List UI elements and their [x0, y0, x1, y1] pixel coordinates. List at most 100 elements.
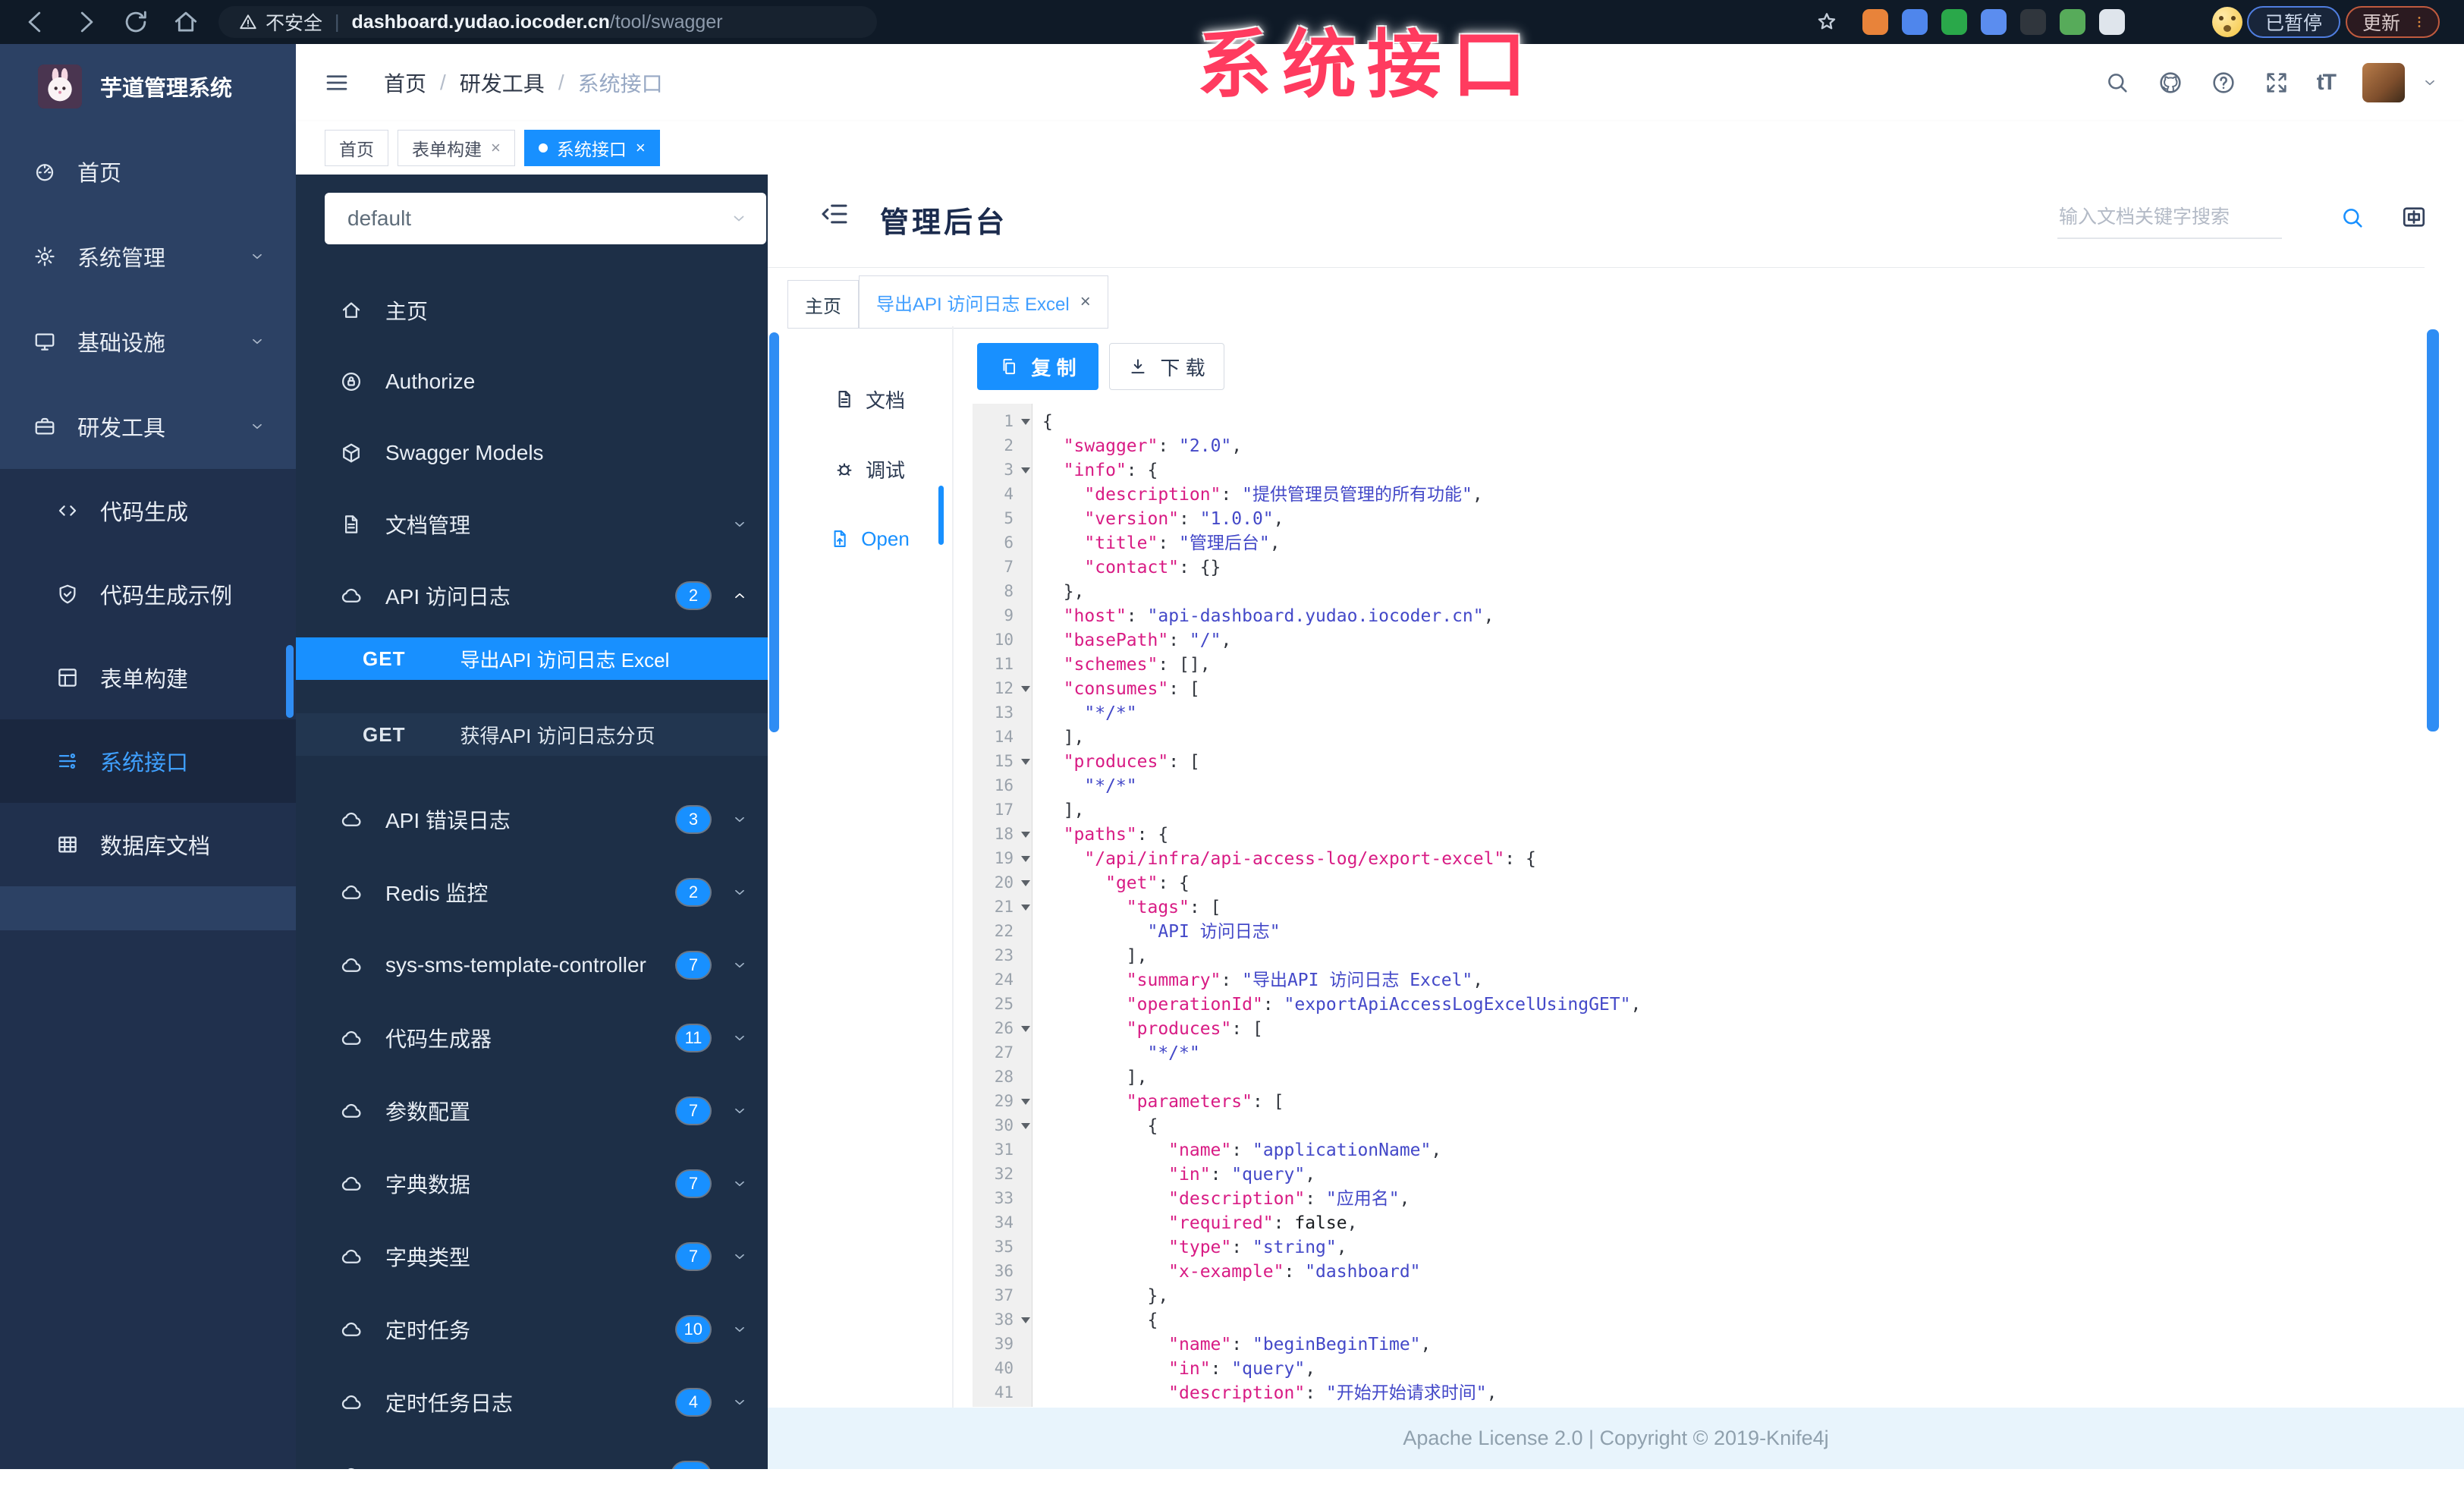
- fold-arrow-icon[interactable]: [1021, 759, 1030, 765]
- content-scrollbar-thumb[interactable]: [2427, 329, 2439, 731]
- fold-arrow-icon[interactable]: [1021, 880, 1030, 886]
- line-number-text: 25: [994, 995, 1014, 1013]
- swagger-sidebar-scrollbar-thumb[interactable]: [769, 332, 779, 732]
- swagger-menu-item[interactable]: API 访问日志 2: [296, 560, 768, 631]
- user-avatar[interactable]: [2362, 63, 2405, 102]
- fold-arrow-icon[interactable]: [1021, 1026, 1030, 1032]
- fold-arrow-icon[interactable]: [1021, 419, 1030, 425]
- browser-extension-icon[interactable]: [1862, 9, 1888, 35]
- api-operation-row[interactable]: GET 导出API 访问日志 Excel: [296, 637, 768, 680]
- app-submenu-item[interactable]: 表单构建: [0, 636, 296, 719]
- swagger-menu-item[interactable]: 定时任务日志 4: [296, 1366, 768, 1439]
- tag-active[interactable]: 系统接口 ×: [523, 130, 660, 166]
- close-icon[interactable]: ×: [636, 138, 646, 158]
- swagger-menu-item[interactable]: 定时任务 10: [296, 1293, 768, 1366]
- breadcrumb-item[interactable]: 研发工具: [460, 68, 545, 98]
- vtab-文档[interactable]: 文档: [789, 364, 950, 434]
- api-operation-row[interactable]: GET 获得API 访问日志分页: [296, 713, 768, 756]
- breadcrumb-item[interactable]: 首页: [384, 68, 426, 98]
- code-token: ],: [1042, 728, 1085, 747]
- swagger-menu-item[interactable]: 主页: [296, 275, 768, 346]
- app-sidebar-scrollbar-thumb[interactable]: [286, 645, 294, 718]
- line-number: 26: [973, 1017, 1032, 1041]
- code-token: : [: [1231, 1019, 1263, 1039]
- swagger-menu-item[interactable]: 字典类型 7: [296, 1220, 768, 1293]
- font-size-icon[interactable]: tT: [2317, 70, 2337, 96]
- browser-profile-avatar[interactable]: [2212, 7, 2242, 37]
- app-menu-item[interactable]: 基础设施: [0, 299, 296, 384]
- swagger-menu-item[interactable]: Swagger Models: [296, 417, 768, 489]
- tag-item[interactable]: 表单构建 ×: [398, 130, 515, 166]
- fold-arrow-icon[interactable]: [1021, 832, 1030, 838]
- browser-extension-icon[interactable]: [1941, 9, 1967, 35]
- browser-extension-icon[interactable]: [2099, 9, 2125, 35]
- copy-button[interactable]: 复 制: [977, 343, 1098, 390]
- fold-arrow-icon[interactable]: [1021, 1099, 1030, 1105]
- browser-update-button[interactable]: 更新: [2346, 6, 2440, 38]
- help-icon[interactable]: [2211, 70, 2236, 96]
- swagger-menu-item[interactable]: 文档管理: [296, 489, 768, 560]
- app-menu-item[interactable]: 研发工具: [0, 384, 296, 469]
- vtab-open[interactable]: Open: [789, 504, 950, 574]
- code-token: "title": [1084, 533, 1158, 553]
- sidebar-toggle-icon[interactable]: [323, 69, 350, 96]
- fold-arrow-icon[interactable]: [1021, 856, 1030, 862]
- app-submenu-item[interactable]: 系统接口: [0, 719, 296, 803]
- swagger-menu-item[interactable]: Redis 监控 2: [296, 856, 768, 929]
- download-button[interactable]: 下 载: [1109, 343, 1224, 390]
- swagger-menu-item[interactable]: 代码生成器 11: [296, 1002, 768, 1074]
- line-number: 19: [973, 847, 1032, 871]
- doc-search-icon[interactable]: [2340, 205, 2365, 231]
- swagger-menu-item[interactable]: Authorize: [296, 346, 768, 417]
- github-icon[interactable]: [2158, 70, 2183, 96]
- fold-arrow-icon[interactable]: [1021, 686, 1030, 692]
- browser-extension-icon[interactable]: [2060, 9, 2085, 35]
- swagger-menu-item[interactable]: [296, 1439, 768, 1469]
- api-icon: [56, 750, 79, 772]
- doc-search-input[interactable]: [2057, 202, 2282, 239]
- tag-item[interactable]: 首页: [325, 130, 388, 166]
- browser-menu-dots-icon[interactable]: [2411, 14, 2428, 30]
- language-icon[interactable]: [2400, 203, 2428, 231]
- browser-reload-icon[interactable]: [121, 8, 150, 36]
- profile-paused-badge[interactable]: 已暂停: [2247, 6, 2341, 38]
- avatar-caret-icon[interactable]: [2422, 74, 2438, 91]
- swagger-menu-item[interactable]: 字典数据 7: [296, 1147, 768, 1220]
- swagger-menu-item[interactable]: API 错误日志 3: [296, 783, 768, 856]
- browser-back-icon[interactable]: [21, 8, 50, 36]
- app-menu-item[interactable]: 系统管理: [0, 214, 296, 299]
- swagger-menu-item[interactable]: 参数配置 7: [296, 1074, 768, 1147]
- json-code-editor[interactable]: 1 2 3 4 5 6 7 8 9 10 11 12 13 14 15 16 17 18 19 20 21 22 23 24 2…: [973, 404, 2423, 1407]
- fullscreen-icon[interactable]: [2264, 70, 2290, 96]
- doc-tab[interactable]: 导出API 访问日志 Excel ×: [859, 275, 1108, 329]
- browser-home-icon[interactable]: [171, 8, 200, 36]
- doc-collapse-icon[interactable]: [819, 199, 850, 229]
- browser-forward-icon[interactable]: [71, 8, 100, 36]
- fold-arrow-icon[interactable]: [1021, 467, 1030, 474]
- browser-extension-icon[interactable]: [1902, 9, 1928, 35]
- close-icon[interactable]: ×: [1080, 291, 1091, 313]
- fold-arrow-icon[interactable]: [1021, 905, 1030, 911]
- api-group-select[interactable]: default: [325, 193, 766, 244]
- doc-tab[interactable]: 主页: [787, 280, 859, 329]
- code-token: "in": [1168, 1359, 1211, 1379]
- bookmark-star-icon[interactable]: [1815, 10, 1839, 34]
- browser-extension-icon[interactable]: [2020, 9, 2046, 35]
- close-icon[interactable]: ×: [491, 138, 501, 158]
- swagger-menu-item[interactable]: sys-sms-template-controller 7: [296, 929, 768, 1002]
- app-submenu-item[interactable]: 数据库文档: [0, 803, 296, 886]
- code-token: : {: [1158, 873, 1190, 893]
- app-logo[interactable]: 芋道管理系统: [0, 44, 296, 129]
- app-submenu-item[interactable]: 代码生成: [0, 469, 296, 552]
- app-submenu-item[interactable]: 代码生成示例: [0, 552, 296, 636]
- fold-arrow-icon[interactable]: [1021, 1123, 1030, 1129]
- browser-address-bar[interactable]: 不安全 | dashboard.yudao.iocoder.cn/tool/sw…: [218, 6, 877, 38]
- browser-extension-icon[interactable]: [1981, 9, 2007, 35]
- search-icon[interactable]: [2104, 70, 2130, 96]
- app-menu-item[interactable]: 首页: [0, 129, 296, 214]
- fold-arrow-icon[interactable]: [1021, 1317, 1030, 1323]
- vtab-调试[interactable]: 调试: [789, 434, 950, 504]
- operation-label: 获得API 访问日志分页: [460, 724, 655, 747]
